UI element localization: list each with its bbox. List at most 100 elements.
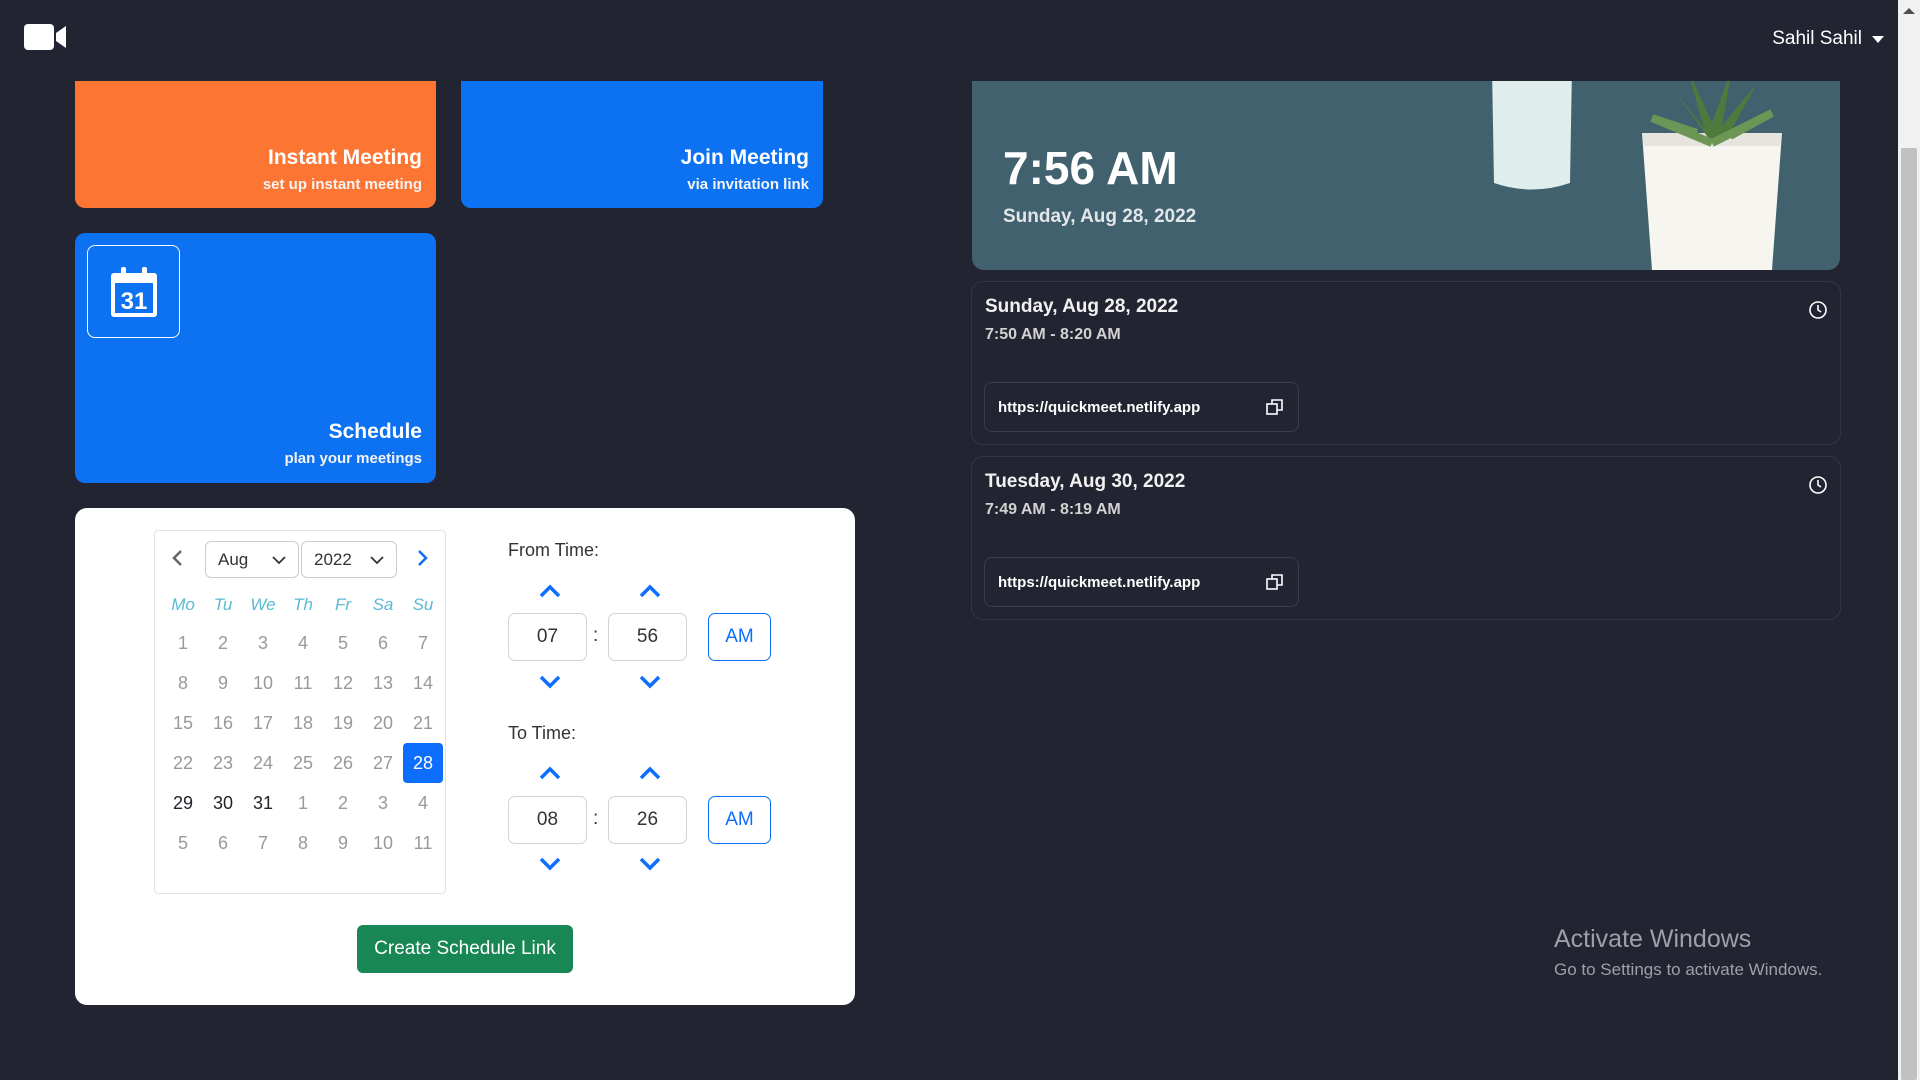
calendar-day[interactable]: 10: [363, 823, 403, 863]
date-picker: Aug 2022 Mo Tu We Th Fr Sa Su 1234567891…: [154, 530, 446, 894]
calendar-day[interactable]: 3: [363, 783, 403, 823]
schedule-tile[interactable]: 31 Schedule plan your meetings: [75, 233, 436, 483]
calendar-icon: 31: [110, 266, 157, 317]
weekday-label: Tu: [213, 595, 233, 614]
page-scrollbar[interactable]: [1898, 0, 1920, 1080]
schedule-form-card: Aug 2022 Mo Tu We Th Fr Sa Su 1234567891…: [75, 508, 855, 1005]
copy-icon[interactable]: [1266, 573, 1284, 591]
user-name: Sahil Sahil: [1772, 28, 1862, 49]
calendar-day[interactable]: 4: [283, 623, 323, 663]
calendar-day[interactable]: 30: [203, 783, 243, 823]
calendar-day[interactable]: 6: [203, 823, 243, 863]
chevron-down-icon: [370, 555, 384, 564]
calendar-day[interactable]: 13: [363, 663, 403, 703]
from-time-label: From Time:: [508, 540, 600, 560]
calendar-day[interactable]: 6: [363, 623, 403, 663]
month-select[interactable]: Aug: [205, 541, 299, 578]
calendar-day[interactable]: 23: [203, 743, 243, 783]
calendar-day[interactable]: 15: [163, 703, 203, 743]
calendar-day[interactable]: 7: [403, 623, 443, 663]
weekday-label: Su: [412, 595, 434, 614]
video-camera-icon[interactable]: [24, 24, 66, 50]
calendar-day[interactable]: 24: [243, 743, 283, 783]
next-month-icon[interactable]: [413, 549, 431, 567]
tile-subtitle: plan your meetings: [284, 450, 422, 467]
time-separator: :: [593, 808, 599, 829]
calendar-day[interactable]: 18: [283, 703, 323, 743]
from-hour-input[interactable]: 07: [508, 613, 587, 661]
navbar: Sahil Sahil: [0, 0, 1898, 81]
prev-month-icon[interactable]: [169, 549, 187, 567]
calendar-day[interactable]: 7: [243, 823, 283, 863]
to-hour-input[interactable]: 08: [508, 796, 587, 844]
calendar-day[interactable]: 1: [283, 783, 323, 823]
calendar-day-selected[interactable]: 28: [403, 743, 443, 783]
calendar-day[interactable]: 9: [323, 823, 363, 863]
from-ampm-toggle[interactable]: AM: [708, 613, 771, 661]
calendar-day[interactable]: 22: [163, 743, 203, 783]
calendar-day[interactable]: 27: [363, 743, 403, 783]
copy-icon[interactable]: [1266, 398, 1284, 416]
time-separator: :: [593, 625, 599, 646]
calendar-day[interactable]: 10: [243, 663, 283, 703]
from-minute-input[interactable]: 56: [608, 613, 687, 661]
weekday-label: Mo: [171, 595, 195, 614]
meeting-link-box: https://quickmeet.netlify.app: [984, 557, 1299, 607]
meeting-link[interactable]: https://quickmeet.netlify.app: [998, 574, 1200, 591]
scrollbar-thumb[interactable]: [1901, 148, 1917, 1080]
from-minute-down-icon[interactable]: [638, 674, 662, 690]
calendar-day[interactable]: 21: [403, 703, 443, 743]
calendar-day[interactable]: 3: [243, 623, 283, 663]
calendar-day[interactable]: 20: [363, 703, 403, 743]
calendar-day[interactable]: 4: [403, 783, 443, 823]
calendar-day[interactable]: 2: [323, 783, 363, 823]
to-minute-down-icon[interactable]: [638, 856, 662, 872]
watermark-subtitle: Go to Settings to activate Windows.: [1554, 960, 1823, 979]
weekday-label: Sa: [372, 595, 394, 614]
calendar-day[interactable]: 12: [323, 663, 363, 703]
calendar-day[interactable]: 11: [283, 663, 323, 703]
calendar-days-grid: 1 2 3 4 5 6 7 8 9 10 11 12 13 14 15 16 17 18 19 20 21 22 23 24 2…: [163, 623, 443, 863]
calendar-day[interactable]: 11: [403, 823, 443, 863]
meeting-link[interactable]: https://quickmeet.netlify.app: [998, 399, 1200, 416]
calendar-day[interactable]: 9: [203, 663, 243, 703]
calendar-day[interactable]: 19: [323, 703, 363, 743]
to-hour-down-icon[interactable]: [538, 856, 562, 872]
calendar-day[interactable]: 14: [403, 663, 443, 703]
year-select[interactable]: 2022: [301, 541, 397, 578]
to-hour-up-icon[interactable]: [538, 765, 562, 781]
calendar-day[interactable]: 26: [323, 743, 363, 783]
calendar-day[interactable]: 1: [163, 623, 203, 663]
join-meeting-tile[interactable]: Join Meeting via invitation link: [461, 68, 823, 208]
calendar-day[interactable]: 5: [323, 623, 363, 663]
caret-down-icon: [1872, 35, 1884, 43]
to-ampm-toggle[interactable]: AM: [708, 796, 771, 844]
calendar-day[interactable]: 16: [203, 703, 243, 743]
tile-icon-box: 31: [87, 245, 180, 338]
from-minute-up-icon[interactable]: [638, 583, 662, 599]
tile-title: Join Meeting: [680, 146, 809, 169]
calendar-day[interactable]: 8: [163, 663, 203, 703]
calendar-day[interactable]: 5: [163, 823, 203, 863]
clock-icon: [1809, 301, 1827, 319]
user-menu-dropdown[interactable]: Sahil Sahil: [1772, 28, 1884, 50]
meeting-time-range: 7:49 AM - 8:19 AM: [985, 501, 1121, 518]
create-schedule-link-button[interactable]: Create Schedule Link: [357, 925, 573, 973]
calendar-day[interactable]: 25: [283, 743, 323, 783]
to-minute-up-icon[interactable]: [638, 765, 662, 781]
calendar-day[interactable]: 17: [243, 703, 283, 743]
chevron-down-icon: [272, 555, 286, 564]
scroll-up-arrow-icon[interactable]: [1903, 8, 1915, 14]
to-minute-input[interactable]: 26: [608, 796, 687, 844]
meeting-card: Tuesday, Aug 30, 2022 7:49 AM - 8:19 AM …: [971, 456, 1841, 620]
meeting-date: Tuesday, Aug 30, 2022: [985, 471, 1186, 492]
calendar-day[interactable]: 29: [163, 783, 203, 823]
calendar-day[interactable]: 8: [283, 823, 323, 863]
from-hour-up-icon[interactable]: [538, 583, 562, 599]
calendar-day[interactable]: 31: [243, 783, 283, 823]
instant-meeting-tile[interactable]: Instant Meeting set up instant meeting: [75, 68, 436, 208]
calendar-day[interactable]: 2: [203, 623, 243, 663]
calendar-header: Aug 2022: [155, 539, 445, 579]
windows-activation-watermark: Activate Windows Go to Settings to activ…: [1554, 925, 1822, 980]
from-hour-down-icon[interactable]: [538, 674, 562, 690]
